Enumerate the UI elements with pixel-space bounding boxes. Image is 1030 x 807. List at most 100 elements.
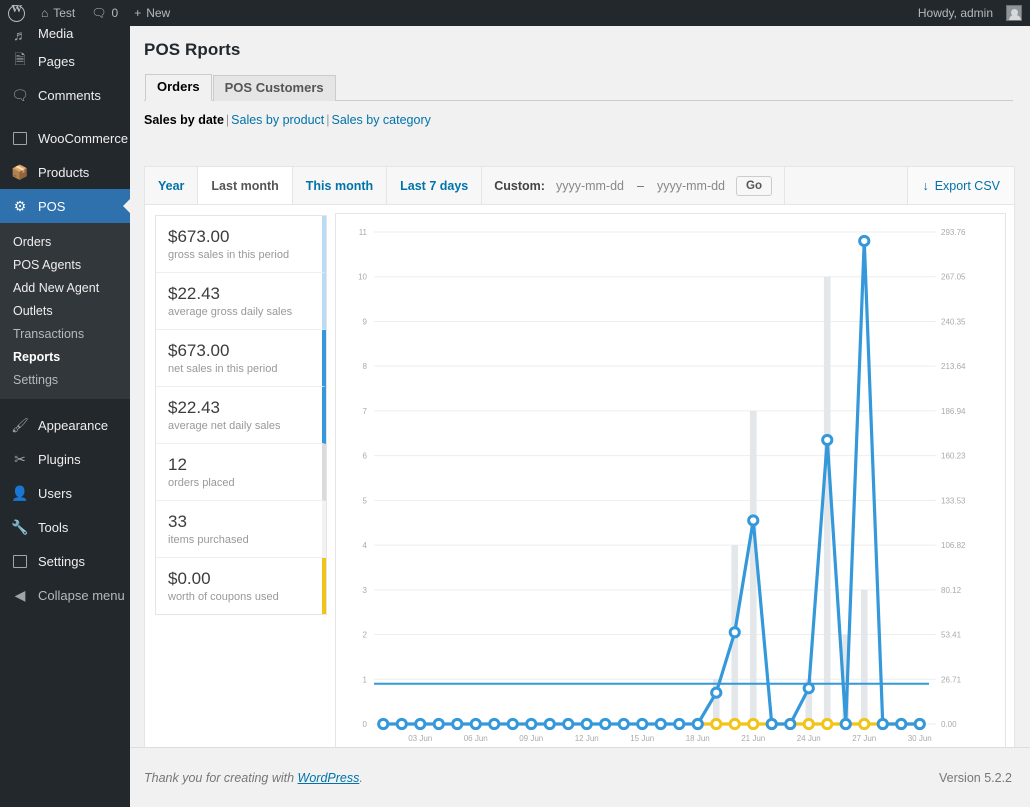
stat-card-gross-sales[interactable]: $673.00 gross sales in this period bbox=[156, 216, 326, 273]
sidebar-item-media[interactable]: ♬ Media bbox=[0, 26, 130, 44]
page-title: POS Rports bbox=[144, 40, 241, 59]
sidebar-item-pos[interactable]: ⚙ POS bbox=[0, 189, 130, 223]
range-tab-last-month[interactable]: Last month bbox=[198, 167, 293, 204]
svg-text:240.35: 240.35 bbox=[941, 317, 966, 326]
svg-text:12 Jun: 12 Jun bbox=[575, 734, 599, 743]
sidebar-item-add-new-agent[interactable]: Add New Agent bbox=[0, 276, 130, 299]
main-content: POS Rports Orders POS Customers Sales by… bbox=[130, 26, 1030, 807]
sidebar-item-tools[interactable]: 🔧 Tools bbox=[0, 510, 130, 544]
sidebar-item-pages[interactable]: 🗎 Pages bbox=[0, 44, 130, 78]
new-content-button[interactable]: + New bbox=[126, 0, 178, 26]
date-to-input[interactable]: yyyy-mm-dd bbox=[657, 179, 725, 193]
sidebar-item-users[interactable]: 👤 Users bbox=[0, 476, 130, 510]
sidebar-item-pos-agents[interactable]: POS Agents bbox=[0, 253, 130, 276]
svg-text:267.05: 267.05 bbox=[941, 273, 966, 282]
pos-submenu: Orders POS Agents Add New Agent Outlets … bbox=[0, 223, 130, 399]
stats-list: $673.00 gross sales in this period $22.4… bbox=[155, 215, 327, 615]
stat-value: 33 bbox=[168, 512, 187, 531]
range-tab-this-month[interactable]: This month bbox=[292, 167, 388, 204]
stat-card-avg-net-daily[interactable]: $22.43 average net daily sales bbox=[156, 387, 326, 444]
svg-text:3: 3 bbox=[363, 586, 368, 595]
stat-label: worth of coupons used bbox=[168, 591, 279, 603]
go-button[interactable]: Go bbox=[736, 175, 772, 196]
stat-value: $22.43 bbox=[168, 284, 220, 303]
svg-text:213.64: 213.64 bbox=[941, 362, 966, 371]
range-tab-last-7-days[interactable]: Last 7 days bbox=[387, 167, 483, 204]
sidebar-item-orders[interactable]: Orders bbox=[0, 230, 130, 253]
svg-text:6: 6 bbox=[363, 452, 368, 461]
plus-icon: + bbox=[134, 6, 142, 20]
settings-sliders-icon bbox=[11, 552, 29, 570]
collapse-arrow-icon: ◀ bbox=[14, 586, 26, 603]
stat-value: $22.43 bbox=[168, 398, 220, 417]
wordpress-link[interactable]: WordPress bbox=[298, 771, 360, 785]
sales-chart[interactable]: 0 1 2 3 4 5 6 7 8 9 10 11 0.00 26.71 53.41 80.12 106.82 1… bbox=[335, 213, 1006, 759]
subnav-sales-by-category[interactable]: Sales by category bbox=[332, 113, 431, 127]
sidebar-item-label: Products bbox=[38, 164, 90, 180]
stat-card-coupons-used[interactable]: $0.00 worth of coupons used bbox=[156, 558, 326, 614]
wordpress-logo-button[interactable] bbox=[0, 0, 33, 26]
date-from-input[interactable]: yyyy-mm-dd bbox=[556, 179, 624, 193]
sidebar-item-settings[interactable]: Settings bbox=[0, 544, 130, 578]
sidebar-item-comments[interactable]: 🗨 Comments bbox=[0, 78, 130, 112]
sidebar-item-woocommerce[interactable]: WooCommerce bbox=[0, 121, 130, 155]
tab-orders[interactable]: Orders bbox=[145, 74, 212, 101]
svg-text:30 Jun: 30 Jun bbox=[908, 734, 932, 743]
svg-text:10: 10 bbox=[358, 273, 367, 282]
svg-text:27 Jun: 27 Jun bbox=[852, 734, 876, 743]
svg-text:15 Jun: 15 Jun bbox=[630, 734, 654, 743]
subnav-sales-by-product[interactable]: Sales by product bbox=[231, 113, 324, 127]
svg-text:133.53: 133.53 bbox=[941, 496, 966, 505]
avatar-icon bbox=[1006, 5, 1022, 21]
subnav-sales-by-date[interactable]: Sales by date bbox=[144, 113, 224, 127]
svg-text:4: 4 bbox=[363, 541, 368, 550]
stat-value: $673.00 bbox=[168, 227, 230, 246]
range-tab-year[interactable]: Year bbox=[145, 167, 199, 204]
comments-button[interactable]: 🗨 0 bbox=[83, 0, 126, 26]
account-menu[interactable]: Howdy, admin bbox=[910, 0, 1030, 26]
collapse-menu-button[interactable]: ◀ Collapse menu bbox=[0, 578, 130, 612]
svg-text:09 Jun: 09 Jun bbox=[519, 734, 543, 743]
stat-card-orders-placed[interactable]: 12 orders placed bbox=[156, 444, 326, 501]
new-label: New bbox=[146, 6, 171, 20]
stat-label: items purchased bbox=[168, 534, 249, 546]
stat-card-net-sales[interactable]: $673.00 net sales in this period bbox=[156, 330, 326, 387]
sidebar-item-transactions[interactable]: Transactions bbox=[0, 322, 130, 345]
svg-text:80.12: 80.12 bbox=[941, 586, 962, 595]
sidebar-item-label: Media bbox=[38, 26, 74, 41]
sidebar-item-appearance[interactable]: 🖌 Appearance bbox=[0, 408, 130, 442]
svg-text:21 Jun: 21 Jun bbox=[741, 734, 765, 743]
subnav: Sales by date | Sales by product | Sales by … bbox=[144, 113, 431, 127]
site-name-button[interactable]: ⌂ Test bbox=[33, 0, 83, 26]
download-arrow-icon: ↓ bbox=[922, 178, 929, 193]
admin-bar: ⌂ Test 🗨 0 + New Howdy, admin bbox=[0, 0, 1030, 26]
stat-value: $673.00 bbox=[168, 341, 230, 360]
export-csv-button[interactable]: ↓ Export CSV bbox=[908, 167, 1014, 204]
stat-label: gross sales in this period bbox=[168, 249, 290, 261]
comment-bubble-icon: 🗨 bbox=[91, 6, 107, 20]
sidebar-item-outlets[interactable]: Outlets bbox=[0, 299, 130, 322]
sidebar-item-label: Plugins bbox=[38, 451, 81, 467]
users-icon: 👤 bbox=[11, 484, 29, 501]
comments-count: 0 bbox=[111, 6, 119, 20]
active-arrow-icon bbox=[123, 198, 130, 214]
sidebar-item-reports[interactable]: Reports bbox=[0, 345, 130, 368]
sidebar-item-label: Tools bbox=[38, 519, 69, 535]
sidebar-item-settings-pos[interactable]: Settings bbox=[0, 368, 130, 391]
svg-text:7: 7 bbox=[363, 407, 368, 416]
svg-text:5: 5 bbox=[363, 496, 368, 505]
svg-text:11: 11 bbox=[359, 228, 368, 237]
stat-card-avg-gross-daily[interactable]: $22.43 average gross daily sales bbox=[156, 273, 326, 330]
sidebar-item-products[interactable]: 📦 Products bbox=[0, 155, 130, 189]
svg-text:106.82: 106.82 bbox=[941, 541, 966, 550]
report-panel: Year Last month This month Last 7 days C… bbox=[144, 166, 1015, 767]
stat-value: $0.00 bbox=[168, 569, 211, 588]
sales-chart-svg: 0 1 2 3 4 5 6 7 8 9 10 11 0.00 26.71 53.41 80.12 106.82 1… bbox=[358, 228, 966, 743]
sidebar-item-plugins[interactable]: ✂ Plugins bbox=[0, 442, 130, 476]
stat-label: orders placed bbox=[168, 477, 235, 489]
tab-pos-customers[interactable]: POS Customers bbox=[212, 75, 336, 101]
wrench-icon: 🔧 bbox=[11, 518, 29, 535]
svg-text:186.94: 186.94 bbox=[941, 407, 966, 416]
stat-card-items-purchased[interactable]: 33 items purchased bbox=[156, 501, 326, 558]
footer-thanks-suffix: . bbox=[359, 770, 363, 785]
